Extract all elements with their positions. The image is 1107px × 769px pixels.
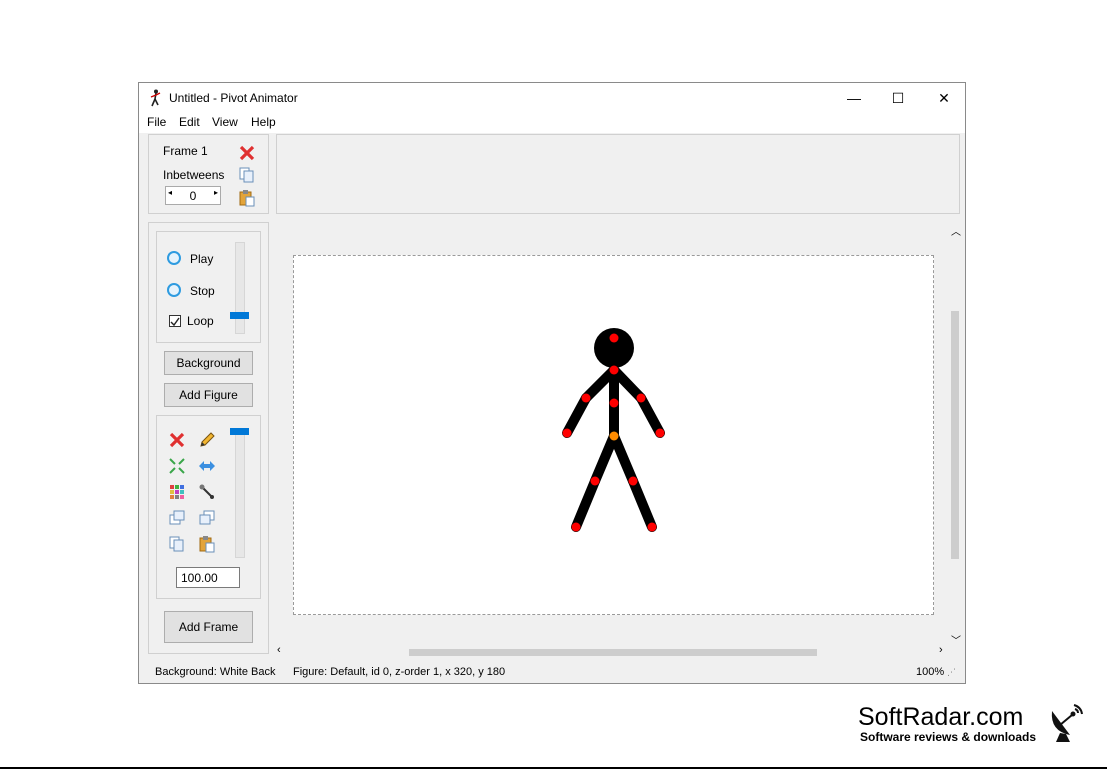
menu-view[interactable]: View — [212, 115, 238, 129]
pivot-app-icon — [150, 89, 161, 107]
satellite-dish-icon — [1051, 704, 1083, 742]
frame-label: Frame 1 — [163, 144, 208, 158]
menu-help[interactable]: Help — [251, 115, 276, 129]
joint-handle[interactable] — [609, 333, 619, 343]
status-bar: Background: White Back Figure: Default, … — [139, 661, 965, 683]
origin-joint-handle[interactable] — [609, 431, 619, 441]
play-label[interactable]: Play — [190, 252, 213, 266]
add-frame-button[interactable]: Add Frame — [164, 611, 253, 643]
status-background: Background: White Back — [155, 666, 276, 678]
menu-bar: File Edit View Help — [139, 113, 965, 133]
spinner-right-icon[interactable]: ▸ — [214, 188, 218, 197]
status-figure: Figure: Default, id 0, z-order 1, x 320,… — [293, 666, 506, 678]
animation-stage[interactable] — [293, 255, 934, 615]
scale-input[interactable]: 100.00 — [176, 567, 240, 588]
move-backward-icon[interactable] — [198, 509, 216, 527]
background-button[interactable]: Background — [164, 351, 253, 375]
joint-handle[interactable] — [581, 393, 591, 403]
scroll-right-icon[interactable]: › — [939, 644, 951, 658]
frame-panel: Frame 1 Inbetweens ◂ 0 ▸ — [148, 134, 269, 214]
inbetweens-label: Inbetweens — [163, 168, 225, 182]
flip-figure-icon[interactable] — [198, 457, 216, 475]
stop-label[interactable]: Stop — [190, 284, 215, 298]
tools-panel: Play Stop Loop Background Add Figure 100… — [148, 222, 269, 654]
transparency-slider[interactable] — [235, 428, 245, 558]
frames-strip[interactable] — [276, 134, 960, 214]
title-bar: Untitled - Pivot Animator — ☐ ✕ — [139, 83, 965, 113]
copy-frame-icon[interactable] — [238, 166, 256, 184]
play-radio[interactable] — [167, 251, 181, 265]
stop-radio[interactable] — [167, 283, 181, 297]
paste-figure-icon[interactable] — [198, 535, 216, 553]
window-title: Untitled - Pivot Animator — [169, 91, 298, 105]
scroll-down-icon[interactable]: ﹀ — [949, 632, 963, 647]
joint-handle[interactable] — [655, 428, 665, 438]
softradar-logo: SoftRadar.com Software reviews & downloa… — [858, 703, 1083, 744]
paste-frame-icon[interactable] — [238, 189, 256, 207]
inbetweens-spinner[interactable]: ◂ 0 ▸ — [165, 186, 221, 205]
joint-tool-icon[interactable] — [198, 483, 216, 501]
playback-group: Play Stop Loop — [156, 231, 261, 343]
move-forward-icon[interactable] — [168, 509, 186, 527]
joint-handle[interactable] — [609, 365, 619, 375]
add-figure-button[interactable]: Add Figure — [164, 383, 253, 407]
joint-handle[interactable] — [562, 428, 572, 438]
speed-slider-thumb[interactable] — [230, 311, 249, 319]
menu-file[interactable]: File — [147, 115, 166, 129]
menu-edit[interactable]: Edit — [179, 115, 200, 129]
logo-brand: SoftRadar.com — [858, 703, 1024, 731]
color-figure-icon[interactable] — [168, 483, 186, 501]
inbetweens-value: 0 — [189, 189, 197, 203]
stick-figure[interactable] — [294, 256, 933, 614]
copy-figure-icon[interactable] — [168, 535, 186, 553]
loop-checkbox[interactable] — [169, 315, 181, 327]
transparency-slider-thumb[interactable] — [230, 428, 249, 435]
maximize-button[interactable]: ☐ — [875, 83, 921, 113]
delete-figure-icon[interactable] — [168, 431, 186, 449]
vertical-scroll-thumb[interactable] — [951, 311, 959, 559]
joint-handle[interactable] — [590, 476, 600, 486]
close-button[interactable]: ✕ — [921, 83, 967, 113]
loop-label[interactable]: Loop — [187, 314, 214, 328]
logo-tagline: Software reviews & downloads — [860, 730, 1037, 744]
resize-grip-icon[interactable]: ⋰ — [947, 667, 956, 678]
joint-handle[interactable] — [628, 476, 638, 486]
delete-frame-icon[interactable] — [238, 144, 256, 162]
app-window: Untitled - Pivot Animator — ☐ ✕ File Edi… — [138, 82, 966, 684]
scroll-up-icon[interactable]: ︿ — [949, 223, 963, 238]
minimize-button[interactable]: — — [831, 83, 877, 113]
horizontal-scroll-thumb[interactable] — [409, 649, 817, 656]
check-icon — [170, 317, 180, 327]
joint-handle[interactable] — [636, 393, 646, 403]
status-zoom: 100% — [916, 666, 945, 678]
edit-figure-icon[interactable] — [198, 431, 216, 449]
speed-slider[interactable] — [235, 242, 245, 334]
figure-tools-group: 100.00 — [156, 415, 261, 599]
scroll-left-icon[interactable]: ‹ — [277, 644, 289, 658]
joint-handle[interactable] — [647, 522, 657, 532]
joint-handle[interactable] — [609, 398, 619, 408]
center-figure-icon[interactable] — [168, 457, 186, 475]
joint-handle[interactable] — [571, 522, 581, 532]
